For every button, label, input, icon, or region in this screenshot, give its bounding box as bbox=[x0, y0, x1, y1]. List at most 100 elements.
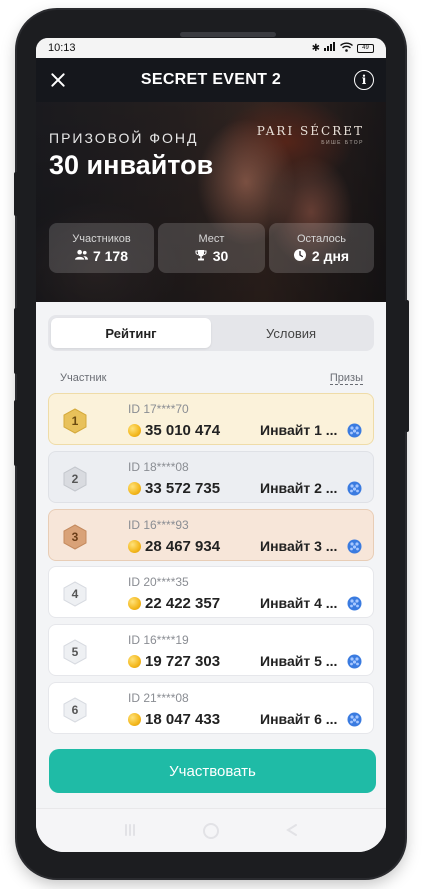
gem-icon bbox=[347, 596, 362, 611]
leaderboard-list: 1 ID 17****70 35 010 474 Инвайт 1 ... 2 … bbox=[48, 393, 374, 745]
back-icon[interactable] bbox=[284, 823, 300, 842]
tab-conditions[interactable]: Условия bbox=[211, 318, 371, 348]
event-banner: PARI SÉCRET БИШЕ БТОР ПРИЗОВОЙ ФОНД 30 и… bbox=[36, 102, 386, 302]
prize-name: Инвайт 1 ... bbox=[260, 422, 338, 438]
brand-logo: PARI SÉCRET БИШЕ БТОР bbox=[257, 124, 364, 146]
status-icons: ✱ 49 bbox=[312, 42, 374, 55]
gem-icon bbox=[347, 712, 362, 727]
side-button-bixby bbox=[14, 400, 18, 466]
people-icon bbox=[74, 249, 88, 262]
stat-label: Участников bbox=[72, 232, 131, 245]
battery-icon: 49 bbox=[357, 43, 374, 53]
home-icon[interactable] bbox=[202, 823, 220, 844]
phone-screen: 10:13 ✱ 49 SECRET EVENT 2 i PARI SÉCRET … bbox=[36, 38, 386, 852]
stat-value: 30 bbox=[195, 247, 229, 264]
stat-value: 2 дня bbox=[293, 247, 350, 264]
leaderboard-row[interactable]: 4 ID 20****35 22 422 357 Инвайт 4 ... bbox=[48, 566, 374, 619]
rank-number: 3 bbox=[71, 529, 79, 544]
gem-icon bbox=[347, 481, 362, 496]
gem-icon bbox=[347, 654, 362, 669]
rank-number: 6 bbox=[71, 702, 79, 717]
participants-count: 7 178 bbox=[92, 247, 129, 264]
gem-icon bbox=[347, 423, 362, 438]
status-bar: 10:13 ✱ 49 bbox=[36, 38, 386, 58]
places-count: 30 bbox=[212, 247, 229, 264]
recent-apps-icon[interactable] bbox=[122, 823, 138, 842]
stat-value: 7 178 bbox=[74, 247, 129, 264]
stat-places: Мест 30 bbox=[158, 223, 265, 273]
prize-fund-value: 30 инвайтов bbox=[49, 150, 214, 180]
leaderboard-row[interactable]: 6 ID 21****08 18 047 433 Инвайт 6 ... bbox=[48, 681, 374, 734]
coin-icon bbox=[128, 481, 141, 495]
tab-bar: Рейтинг Условия bbox=[48, 315, 374, 351]
prize-name: Инвайт 2 ... bbox=[260, 479, 338, 496]
prize-name: Инвайт 5 ... bbox=[260, 653, 338, 670]
participant-id: ID 16****93 bbox=[128, 517, 189, 532]
participant-id: ID 21****08 bbox=[128, 690, 189, 705]
participant-id: ID 17****70 bbox=[128, 402, 189, 416]
stat-label: Мест bbox=[198, 232, 225, 245]
bluetooth-icon: ✱ bbox=[311, 42, 320, 54]
rank-number: 2 bbox=[71, 471, 79, 486]
participant-id: ID 20****35 bbox=[128, 575, 189, 590]
clock-icon bbox=[293, 249, 307, 262]
rank-badge: 6 bbox=[63, 697, 87, 723]
wifi-icon bbox=[340, 42, 353, 55]
participant-score: 35 010 474 bbox=[145, 422, 221, 439]
participant-id: ID 16****19 bbox=[128, 633, 189, 648]
participant-id: ID 18****08 bbox=[128, 459, 189, 474]
stat-label: Осталось bbox=[297, 232, 346, 245]
participant-score: 18 047 433 bbox=[145, 710, 221, 728]
participant-score: 22 422 357 bbox=[145, 595, 221, 613]
page-title: SECRET EVENT 2 bbox=[140, 71, 282, 88]
coin-icon bbox=[128, 597, 141, 611]
rank-badge: 3 bbox=[63, 524, 87, 550]
participant-score: 33 572 735 bbox=[145, 479, 221, 497]
brand-tagline: БИШЕ БТОР bbox=[321, 140, 364, 146]
coin-icon bbox=[128, 424, 141, 437]
participate-button[interactable]: Участвовать bbox=[49, 749, 376, 793]
rank-number: 4 bbox=[71, 587, 79, 602]
coin-icon bbox=[128, 539, 141, 553]
leaderboard-row[interactable]: 2 ID 18****08 33 572 735 Инвайт 2 ... bbox=[48, 450, 374, 503]
prize-name: Инвайт 3 ... bbox=[260, 537, 338, 554]
trophy-icon bbox=[195, 249, 208, 262]
prizes-link[interactable]: Призы bbox=[329, 372, 363, 385]
coin-icon bbox=[128, 655, 141, 669]
prize-name: Инвайт 6 ... bbox=[260, 710, 338, 727]
status-time: 10:13 bbox=[48, 42, 76, 54]
side-button-volume-up bbox=[14, 172, 18, 216]
side-button-volume-down bbox=[14, 308, 18, 374]
leaderboard-row[interactable]: 3 ID 16****93 28 467 934 Инвайт 3 ... bbox=[48, 508, 374, 561]
close-icon[interactable] bbox=[48, 70, 68, 90]
side-button-power bbox=[405, 300, 409, 432]
rank-badge: 5 bbox=[63, 639, 87, 665]
stats-row: Участников 7 178 Мест 30 Осталось 2 дня bbox=[49, 223, 374, 273]
prize-fund-label: ПРИЗОВОЙ ФОНД bbox=[49, 130, 199, 146]
rank-badge: 4 bbox=[63, 581, 87, 607]
remaining-time: 2 дня bbox=[311, 247, 350, 264]
brand-name: PARI SÉCRET bbox=[256, 124, 364, 138]
stat-remaining: Осталось 2 дня bbox=[269, 223, 374, 273]
stat-participants: Участников 7 178 bbox=[49, 223, 154, 273]
rank-number: 1 bbox=[71, 414, 79, 428]
leaderboard-row[interactable]: 5 ID 16****19 19 727 303 Инвайт 5 ... bbox=[48, 624, 374, 677]
leaderboard-row[interactable]: 1 ID 17****70 35 010 474 Инвайт 1 ... bbox=[48, 393, 374, 445]
leaderboard-section: Рейтинг Условия Участник Призы 1 ID 17**… bbox=[36, 302, 386, 745]
coin-icon bbox=[128, 712, 141, 726]
rank-badge: 2 bbox=[63, 466, 87, 492]
rank-badge: 1 bbox=[63, 408, 87, 434]
signal-icon bbox=[324, 42, 336, 54]
participant-score: 28 467 934 bbox=[145, 537, 221, 555]
speaker-grille bbox=[180, 32, 276, 37]
info-icon[interactable]: i bbox=[353, 70, 374, 90]
participant-score: 19 727 303 bbox=[145, 653, 221, 671]
rank-number: 5 bbox=[71, 645, 79, 660]
participant-column-header: Участник bbox=[60, 372, 107, 384]
app-header: SECRET EVENT 2 i bbox=[36, 58, 386, 102]
tab-rating[interactable]: Рейтинг bbox=[51, 318, 211, 348]
system-nav-bar bbox=[36, 808, 386, 852]
prize-name: Инвайт 4 ... bbox=[260, 595, 338, 612]
gem-icon bbox=[347, 539, 362, 554]
list-header: Участник Призы bbox=[48, 372, 374, 385]
